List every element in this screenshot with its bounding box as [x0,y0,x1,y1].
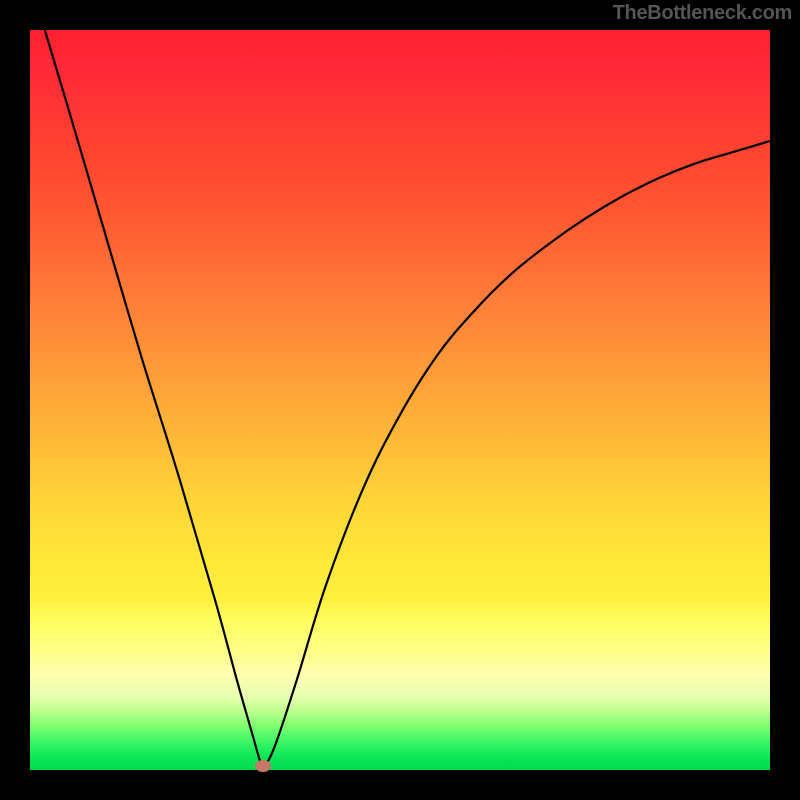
chart-marker-dot [255,760,271,772]
chart-area [30,30,770,770]
watermark-text: TheBottleneck.com [613,2,792,25]
chart-curve [30,30,770,770]
